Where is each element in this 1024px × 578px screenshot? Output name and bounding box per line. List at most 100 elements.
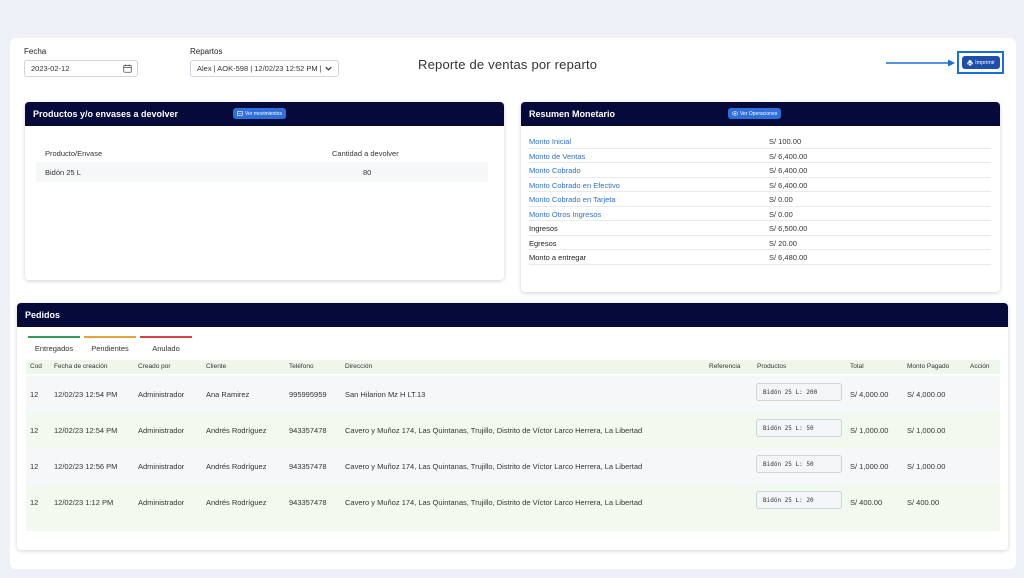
cell-total: S/ 1,000.00	[850, 462, 889, 471]
productos-header-producto: Producto/Envase	[45, 149, 103, 158]
table-row: 12 12/02/23 12:56 PM Administrador Andrés R…	[26, 448, 1000, 484]
eye-icon	[732, 111, 738, 116]
resumen-row[interactable]: Monto Otros Ingresos S/ 0.00	[529, 207, 991, 221]
cell-fecha: 12/02/23 12:54 PM	[54, 426, 118, 435]
cell-total: S/ 1,000.00	[850, 426, 889, 435]
productos-field: Bidón 25 L: 20	[756, 491, 842, 509]
resumen-title: Resumen Monetario	[529, 109, 616, 119]
cell-cliente: Ana Ramirez	[206, 390, 250, 399]
resumen-row-value: S/ 6,400.00	[769, 166, 808, 175]
resumen-row-label: Egresos	[529, 238, 557, 248]
fecha-label: Fecha	[24, 47, 47, 56]
resumen-row-label[interactable]: Monto de Ventas	[529, 152, 585, 161]
productos-title: Productos y/o envases a devolver	[33, 109, 179, 119]
ver-movimientos-button[interactable]: Ver movimientos	[233, 108, 286, 119]
resumen-row-label[interactable]: Monto Cobrado en Efectivo	[529, 181, 620, 190]
repartos-label: Repartos	[190, 47, 223, 56]
tab-entregados[interactable]: Entregados	[28, 336, 80, 354]
resumen-row-label[interactable]: Monto Inicial	[529, 137, 571, 146]
cell-telefono: 943357478	[289, 426, 327, 435]
productos-field: Bidón 25 L: 200	[756, 383, 842, 401]
cell-direccion: Cavero y Muñoz 174, Las Quintanas, Truji…	[345, 498, 643, 507]
print-label: Imprimir	[975, 59, 995, 66]
repartos-select[interactable]: Alex | AOK-598 | 12/02/23 12:52 PM |	[190, 60, 339, 77]
calendar-icon[interactable]	[123, 64, 132, 73]
resumen-row-label[interactable]: Monto Otros Ingresos	[529, 210, 601, 219]
cell-telefono: 943357478	[289, 498, 327, 507]
cell-pagado: S/ 1,000.00	[907, 462, 946, 471]
table-row: 12 12/02/23 12:54 PM Administrador Andrés R…	[26, 412, 1000, 448]
resumen-row-value: S/ 0.00	[769, 195, 793, 204]
cell-pagado: S/ 1,000.00	[907, 426, 946, 435]
cell-cliente: Andrés Rodríguez	[206, 498, 267, 507]
th-referencia: Referencia	[709, 363, 741, 370]
th-accion: Acción	[970, 363, 990, 370]
resumen-card-header: Resumen Monetario Ver Operaciones	[521, 102, 1000, 126]
resumen-row-value: S/ 20.00	[769, 238, 797, 248]
th-cod: Cod	[30, 363, 42, 370]
tab-anulado[interactable]: Anulado	[140, 336, 192, 354]
productos-row-cantidad: 80	[363, 168, 372, 177]
pedidos-tabs: Entregados Pendientes Anulado	[28, 336, 196, 354]
resumen-row-label[interactable]: Monto Cobrado en Tarjeta	[529, 195, 616, 204]
cell-total: S/ 4,000.00	[850, 390, 889, 399]
cell-telefono: 943357478	[289, 462, 327, 471]
resumen-row[interactable]: Monto Inicial S/ 100.00	[529, 134, 991, 149]
th-total: Total	[850, 363, 864, 370]
cell-cod: 12	[30, 426, 39, 435]
pedidos-card-header: Pedidos	[17, 303, 1008, 327]
cell-creado: Administrador	[138, 390, 185, 399]
cell-direccion: San Hilarion Mz H LT.13	[345, 390, 426, 399]
cell-creado: Administrador	[138, 426, 185, 435]
resumen-row-value: S/ 6,500.00	[769, 224, 808, 233]
pedidos-title: Pedidos	[25, 310, 61, 320]
productos-row-producto: Bidón 25 L	[45, 168, 81, 177]
resumen-row-label[interactable]: Monto Cobrado	[529, 166, 581, 175]
ver-operaciones-button[interactable]: Ver Operaciones	[728, 108, 782, 119]
resumen-row-label: Ingresos	[529, 224, 558, 233]
productos-header-cantidad: Cantidad a devolver	[332, 149, 399, 158]
th-pagado: Monto Pagado	[907, 363, 950, 370]
cell-fecha: 12/02/23 1:12 PM	[54, 498, 114, 507]
printer-icon	[967, 59, 973, 66]
th-productos: Productos	[757, 363, 787, 370]
resumen-row-label: Monto a entregar	[529, 253, 587, 262]
productos-card: Productos y/o envases a devolver Ver mov…	[25, 102, 504, 280]
fecha-input[interactable]: 2023-02-12	[24, 60, 138, 77]
cell-total: S/ 400.00	[850, 498, 883, 507]
cell-cod: 12	[30, 498, 39, 507]
productos-field: Bidón 25 L: 50	[756, 455, 842, 473]
print-button[interactable]: Imprimir	[962, 56, 1000, 69]
cell-cliente: Andrés Rodríguez	[206, 426, 267, 435]
ver-operaciones-label: Ver Operaciones	[740, 110, 778, 117]
pedidos-table-header: Cod Fecha de creación Creado por Cliente…	[26, 360, 1000, 374]
resumen-row-value: S/ 6,400.00	[769, 151, 808, 161]
th-creado: Creado por	[138, 363, 171, 370]
cell-pagado: S/ 400.00	[907, 498, 940, 507]
resumen-row[interactable]: Monto Cobrado en Tarjeta S/ 0.00	[529, 192, 991, 207]
ver-movimientos-label: Ver movimientos	[245, 110, 282, 117]
cell-direccion: Cavero y Muñoz 174, Las Quintanas, Truji…	[345, 462, 643, 471]
cell-fecha: 12/02/23 12:56 PM	[54, 462, 118, 471]
th-cliente: Cliente	[206, 363, 227, 370]
table-footer-space	[26, 520, 1000, 531]
cell-cod: 12	[30, 390, 39, 399]
resumen-row[interactable]: Monto de Ventas S/ 6,400.00	[529, 149, 991, 163]
th-direccion: Dirección	[345, 363, 373, 370]
productos-field: Bidón 25 L: 50	[756, 419, 842, 437]
resumen-row: Egresos S/ 20.00	[529, 236, 991, 250]
table-row: 12 12/02/23 12:54 PM Administrador Ana Rami…	[26, 376, 1000, 412]
resumen-row-value: S/ 6,480.00	[769, 253, 808, 262]
resumen-row-value: S/ 100.00	[769, 137, 802, 146]
resumen-row[interactable]: Monto Cobrado S/ 6,400.00	[529, 163, 991, 178]
table-row	[36, 162, 488, 182]
resumen-row[interactable]: Monto Cobrado en Efectivo S/ 6,400.00	[529, 178, 991, 192]
tab-pendientes[interactable]: Pendientes	[84, 336, 136, 354]
cell-creado: Administrador	[138, 462, 185, 471]
cell-creado: Administrador	[138, 498, 185, 507]
cell-telefono: 995995959	[289, 390, 327, 399]
resumen-row-value: S/ 0.00	[769, 209, 793, 219]
chevron-down-icon	[325, 66, 332, 71]
cell-direccion: Cavero y Muñoz 174, Las Quintanas, Truji…	[345, 426, 643, 435]
th-telefono: Teléfono	[289, 363, 314, 370]
